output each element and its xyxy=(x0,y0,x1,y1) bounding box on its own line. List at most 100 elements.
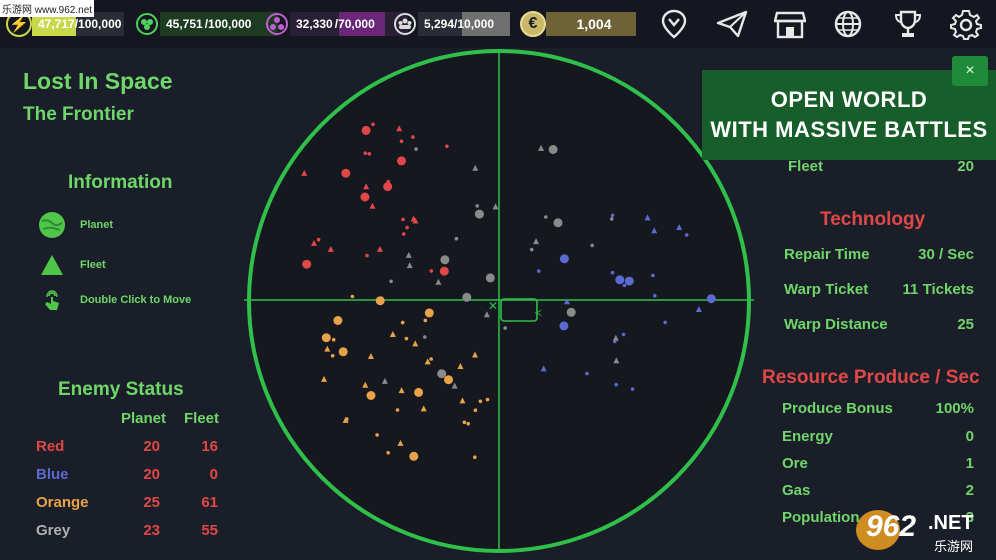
red-planet xyxy=(316,237,321,242)
planet-icon xyxy=(38,211,66,244)
site-watermark: 乐游网 www.962.net xyxy=(0,0,95,17)
orange-planet xyxy=(466,421,470,426)
globe-icon[interactable] xyxy=(830,6,866,42)
blue-planet xyxy=(610,213,615,218)
player-fleet-marker-2: ≺ xyxy=(534,308,542,319)
produce-energy-label: Energy xyxy=(782,428,833,445)
resource-produce-heading: Resource Produce / Sec xyxy=(762,367,980,388)
gas-resource: 32,330/70,000 xyxy=(264,10,408,38)
population-resource: 5,294/10,000 xyxy=(392,10,510,38)
grey-planet xyxy=(544,215,548,219)
orange-planet xyxy=(485,397,490,402)
logo-sub: 乐游网 xyxy=(934,539,974,554)
blue-planet xyxy=(630,387,635,391)
orange-planet xyxy=(462,420,467,425)
population-max: /10,000 xyxy=(454,17,495,31)
blue-planet xyxy=(585,371,589,376)
trophy-icon[interactable] xyxy=(890,6,926,42)
legend-move-label: Double Click to Move xyxy=(80,294,192,306)
orange-planet xyxy=(424,308,434,318)
gas-icon xyxy=(264,11,290,37)
grey-planet xyxy=(462,292,472,302)
enemy-col-planet: Planet xyxy=(121,410,167,427)
enemy-orange-planet: 25 xyxy=(143,494,160,511)
blue-planet xyxy=(559,321,569,331)
resource-bar: ⚡ 47,717/100,000 45,751/100,000 32,330/7… xyxy=(0,0,996,48)
grey-planet xyxy=(566,307,576,317)
grey-planet xyxy=(389,279,393,284)
enemy-red-fleet: 16 xyxy=(201,438,218,455)
shop-icon[interactable] xyxy=(772,6,808,42)
warp-ticket-value: 11 Tickets xyxy=(902,281,974,298)
energy-max: /100,000 xyxy=(74,17,122,31)
orange-planet xyxy=(331,337,336,342)
blue-planet xyxy=(610,270,615,275)
grey-planet xyxy=(423,335,427,339)
logo-number: 962 xyxy=(866,510,917,543)
player-fleet-marker: ✕ xyxy=(488,299,498,313)
site-logo: 962 .NET 乐游网 xyxy=(856,506,992,556)
red-planet xyxy=(363,151,368,155)
produce-energy-value: 0 xyxy=(965,428,974,445)
paper-plane-icon[interactable] xyxy=(714,6,750,42)
red-planet xyxy=(401,232,406,236)
red-planet xyxy=(371,122,375,127)
map-subtitle: The Frontier xyxy=(23,104,134,125)
produce-gas-label: Gas xyxy=(782,482,811,499)
gas-value: 32,330 xyxy=(296,17,333,31)
orange-planet xyxy=(478,399,483,404)
grey-planet xyxy=(548,145,558,154)
grey-planet xyxy=(474,209,484,219)
blue-planet xyxy=(615,275,625,285)
grey-planet xyxy=(414,147,418,151)
orange-planet xyxy=(429,357,433,361)
enemy-grey-fleet: 55 xyxy=(201,522,218,539)
enemy-blue-planet: 20 xyxy=(143,466,160,483)
tap-icon xyxy=(40,288,64,317)
produce-ore-label: Ore xyxy=(782,455,808,472)
red-planet xyxy=(302,259,312,269)
red-planet xyxy=(397,156,406,166)
gear-icon[interactable] xyxy=(948,6,984,42)
orange-planet xyxy=(386,451,390,455)
red-planet xyxy=(439,266,449,276)
red-planet xyxy=(383,182,393,192)
red-planet xyxy=(401,217,405,222)
orange-planet xyxy=(414,387,424,397)
enemy-grey-planet: 23 xyxy=(143,522,160,539)
repair-time-label: Repair Time xyxy=(784,246,870,263)
blue-planet xyxy=(537,269,541,273)
banner-line1: OPEN WORLD xyxy=(770,87,928,112)
close-button[interactable]: × xyxy=(952,56,988,86)
location-icon[interactable] xyxy=(656,6,692,42)
grey-planet xyxy=(437,369,447,379)
red-planet xyxy=(405,225,409,230)
legend-planet-label: Planet xyxy=(80,219,114,231)
produce-bonus-label: Produce Bonus xyxy=(782,400,893,417)
technology-heading: Technology xyxy=(820,209,926,230)
ore-icon xyxy=(134,11,160,37)
fleet-icon xyxy=(40,254,64,281)
enemy-blue-name: Blue xyxy=(36,466,69,483)
energy-value: 47,717 xyxy=(38,17,75,31)
blue-planet xyxy=(653,294,657,298)
orange-planet xyxy=(444,375,453,385)
grey-planet xyxy=(485,273,495,283)
orange-planet xyxy=(409,451,419,461)
enemy-red-planet: 20 xyxy=(143,438,160,455)
fleet-value: 20 xyxy=(957,158,974,175)
population-value: 5,294 xyxy=(424,17,455,31)
produce-bonus-value: 100% xyxy=(935,400,974,417)
blue-planet xyxy=(622,283,627,288)
orange-planet xyxy=(423,318,428,323)
repair-time-value: 30 / Sec xyxy=(918,246,974,263)
orange-planet xyxy=(321,333,331,343)
produce-ore-value: 1 xyxy=(965,455,974,472)
orange-planet xyxy=(375,296,385,306)
grey-planet xyxy=(454,236,459,241)
radar-map[interactable]: ✕ ≺ xyxy=(244,46,754,556)
orange-planet xyxy=(404,336,409,341)
orange-planet xyxy=(473,408,478,413)
red-planet xyxy=(399,139,404,144)
red-planet xyxy=(445,144,449,149)
